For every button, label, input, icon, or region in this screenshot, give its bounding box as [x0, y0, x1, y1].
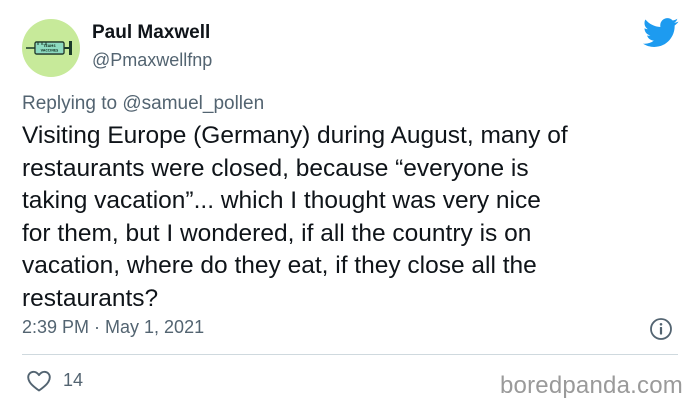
- timestamp[interactable]: 2:39 PM · May 1, 2021: [22, 317, 204, 338]
- divider: [22, 354, 678, 355]
- display-name[interactable]: Paul Maxwell: [92, 22, 210, 44]
- replying-prefix: Replying to: [22, 93, 118, 114]
- info-icon[interactable]: [649, 317, 673, 341]
- watermark: boredpanda.com: [500, 372, 683, 399]
- user-handle[interactable]: @Pmaxwellfnp: [92, 50, 212, 71]
- tweet-text: Visiting Europe (Germany) during August,…: [22, 122, 568, 312]
- like-count: 14: [63, 370, 84, 390]
- avatar-text-1: TEAMS: [43, 44, 56, 48]
- avatar[interactable]: TEAMS VACCINES: [22, 19, 80, 77]
- twitter-bird-icon[interactable]: [643, 18, 679, 48]
- syringe-icon: TEAMS VACCINES: [26, 41, 72, 55]
- replying-to-mention[interactable]: @samuel_pollen: [122, 93, 264, 114]
- avatar-text-2: VACCINES: [41, 49, 59, 53]
- replying-to: Replying to @samuel_pollen: [22, 93, 264, 115]
- heart-icon[interactable]: [26, 369, 52, 393]
